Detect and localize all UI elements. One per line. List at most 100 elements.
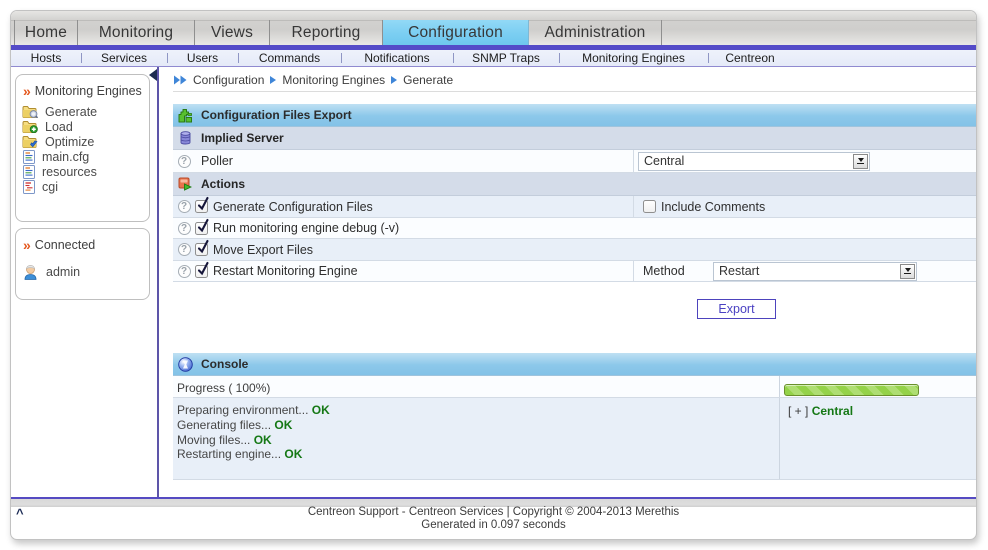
method-select[interactable]: Restart [713,261,917,281]
console-poller-name: Central [811,404,854,418]
dropdown-arrow-icon[interactable] [853,153,868,169]
submenu-centreon[interactable]: Centreon [708,50,792,66]
section-actions-label: Actions [201,177,246,191]
tab-monitoring-label: Monitoring [98,23,174,41]
generate-files-checkbox[interactable] [195,196,209,213]
sidebar-box2-title-label: Connected [34,238,96,252]
move-files-checkbox[interactable] [195,239,209,256]
restart-engine-row: ? Restart Monitoring Engine Method Resta… [173,261,976,282]
breadcrumb-arrow-icon [391,76,398,84]
tab-views-label: Views [210,23,254,41]
generate-files-row: ? Generate Configuration Files Include C… [173,196,976,218]
move-files-row: ? Move Export Files [173,239,976,261]
help-icon[interactable]: ? [177,154,191,168]
submenu-monitoring-engines-label: Monitoring Engines [582,51,685,65]
submenu-monitoring-engines[interactable]: Monitoring Engines [559,50,708,66]
console-panel: Console Progress ( 100%) Preparing envir… [173,353,976,480]
expand-toggle[interactable]: [ + ] [788,404,808,418]
submenu-commands[interactable]: Commands [238,50,341,66]
section-implied-server: Implied Server [173,127,976,150]
sidebar-item-resources[interactable]: resources [22,164,149,179]
include-comments-checkbox[interactable] [643,200,656,213]
progress-label: Progress ( 100%) [177,381,271,395]
breadcrumb-generate[interactable]: Generate [403,73,453,87]
generate-files-label: Generate Configuration Files [213,199,373,214]
connected-user-label: admin [46,265,81,279]
footer-copyright: Centreon Support - Centreon Services | C… [307,506,680,518]
breadcrumb-configuration[interactable]: Configuration [193,73,264,87]
export-button-label: Export [718,302,755,316]
log-line: Restarting engine... OK [177,447,303,462]
tab-views[interactable]: Views [195,20,270,45]
log-status-ok: OK [274,417,293,432]
main-nav-bar: Home Monitoring Views Reporting Configur… [11,11,976,45]
export-button[interactable]: Export [697,299,776,319]
tab-home[interactable]: Home [14,20,78,45]
submenu-commands-label: Commands [258,51,321,65]
sidebar-item-optimize[interactable]: Optimize [22,134,149,149]
sidebar-monitoring-engines-box: » Monitoring Engines Generate Load Optim… [15,74,150,222]
sidebar-item-generate[interactable]: Generate [22,104,149,119]
breadcrumb-rule [173,91,976,92]
submenu-snmp-traps-label: SNMP Traps [472,51,540,65]
file-config-icon [22,149,36,164]
content-area: » Monitoring Engines Generate Load Optim… [11,67,976,497]
log-status-ok: OK [253,432,272,447]
sidebar-item-generate-label: Generate [45,104,98,119]
tab-configuration[interactable]: Configuration [383,20,529,45]
dropdown-arrow-icon[interactable] [900,263,915,279]
submenu-notifications[interactable]: Notifications [341,50,453,66]
sidebar-item-optimize-label: Optimize [45,134,95,149]
console-title-row: Console [173,353,976,376]
folder-check-icon [22,135,39,148]
sub-nav-bar: Hosts Services Users Commands Notificati… [11,50,976,67]
restart-engine-checkbox[interactable] [195,261,209,278]
help-icon[interactable]: ? [177,200,191,213]
connected-user[interactable]: admin [23,264,149,280]
help-icon[interactable]: ? [177,221,191,235]
sidebar-collapse-icon[interactable] [149,69,157,81]
form-title-row: Configuration Files Export [173,104,976,127]
file-config-icon [22,164,36,179]
server-db-icon [177,131,193,145]
submenu-services-label: Services [100,51,147,65]
sidebar: » Monitoring Engines Generate Load Optim… [11,67,157,497]
folder-magnifier-icon [22,105,39,118]
console-log-row: Preparing environment... OK Generating f… [173,398,976,480]
log-status-ok: OK [311,403,330,417]
submenu-hosts[interactable]: Hosts [11,50,81,66]
breadcrumb: Configuration Monitoring Engines Generat… [173,71,453,89]
help-icon[interactable]: ? [177,243,191,256]
console-poller-line: [ + ] Central [788,404,976,418]
submenu-services[interactable]: Services [81,50,167,66]
sidebar-item-cgi[interactable]: cgi [22,179,149,194]
console-progress-row: Progress ( 100%) [173,376,976,398]
move-files-label: Move Export Files [213,242,314,257]
log-status-ok: OK [284,447,303,462]
sidebar-item-resources-label: resources [42,164,97,179]
breadcrumb-icon [173,75,188,85]
help-icon[interactable]: ? [177,264,191,278]
method-label: Method [643,264,685,278]
log-line: Moving files... OK [177,432,272,447]
folder-add-icon [22,120,39,133]
submenu-users[interactable]: Users [167,50,238,66]
tab-reporting[interactable]: Reporting [270,20,383,45]
debug-checkbox[interactable] [195,218,209,235]
submenu-centreon-label: Centreon [725,51,775,65]
tab-administration-label: Administration [544,23,646,41]
double-chevron-icon: » [23,237,31,253]
sidebar-connected-box: » Connected admin [15,228,150,300]
poller-select[interactable]: Central [638,151,870,171]
tab-administration[interactable]: Administration [529,20,662,45]
sidebar-item-main-cfg[interactable]: main.cfg [22,149,149,164]
breadcrumb-monitoring-engines[interactable]: Monitoring Engines [282,73,385,87]
console-globe-icon [177,356,193,372]
tab-monitoring[interactable]: Monitoring [78,20,195,45]
sidebar-box1-title-label: Monitoring Engines [34,84,142,98]
poller-row: ? Poller Central [173,150,976,173]
submenu-snmp-traps[interactable]: SNMP Traps [453,50,559,66]
poller-select-value: Central [644,154,685,168]
sidebar-item-load-label: Load [45,119,73,134]
sidebar-item-load[interactable]: Load [22,119,149,134]
